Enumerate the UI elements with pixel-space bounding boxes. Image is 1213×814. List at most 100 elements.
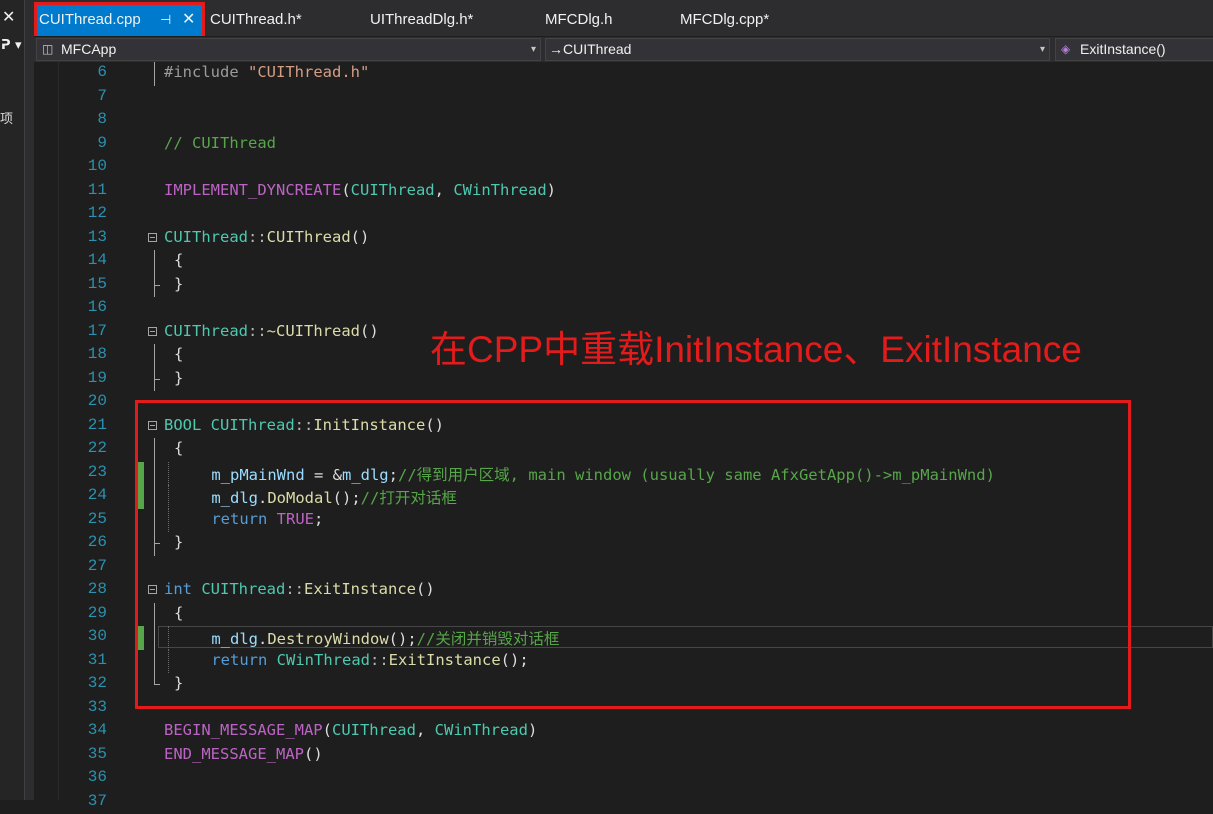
code-token: } — [174, 533, 183, 551]
code-line[interactable]: 37 — [34, 791, 1213, 814]
code-line[interactable]: 27 — [34, 556, 1213, 580]
collapse-icon[interactable] — [148, 421, 157, 430]
code-token: :: — [248, 322, 267, 340]
code-line[interactable]: 35END_MESSAGE_MAP() — [34, 744, 1213, 768]
outline-guide — [154, 462, 155, 486]
code-line[interactable]: 34BEGIN_MESSAGE_MAP(CUIThread, CWinThrea… — [34, 720, 1213, 744]
code-token — [174, 651, 211, 669]
line-number: 30 — [74, 627, 107, 645]
code-token: . — [258, 630, 267, 648]
line-number: 34 — [74, 721, 107, 739]
line-number: 24 — [74, 486, 107, 504]
code-line[interactable]: 29{ — [34, 603, 1213, 627]
code-token: CUIThread — [164, 322, 248, 340]
code-line[interactable]: 23 m_pMainWnd = &m_dlg;//得到用户区域, main wi… — [34, 462, 1213, 486]
outline-end — [154, 379, 160, 380]
code-line[interactable]: 36 — [34, 767, 1213, 791]
code-token: :: — [370, 651, 389, 669]
collapse-icon[interactable] — [148, 233, 157, 242]
tab-label: MFCDlg.h — [545, 11, 613, 28]
project-dropdown[interactable]: ◫ MFCApp ▾ — [36, 38, 541, 61]
code-line[interactable]: 28int CUIThread::ExitInstance() — [34, 579, 1213, 603]
document-tab-bar: CUIThread.cpp ⊣ ✕ CUIThread.h* UIThreadD… — [34, 0, 1213, 36]
pin-dropdown-icon[interactable]: ᕈ ▾ — [1, 38, 22, 53]
collapse-icon[interactable] — [148, 327, 157, 336]
code-line[interactable]: 13CUIThread::CUIThread() — [34, 227, 1213, 251]
code-text: CUIThread::CUIThread() — [164, 228, 369, 246]
panel-splitter[interactable] — [25, 0, 34, 800]
code-line[interactable]: 14{ — [34, 250, 1213, 274]
member-dropdown[interactable]: ◈ ExitInstance() — [1055, 38, 1213, 61]
code-token: //关闭并销毁对话框 — [417, 630, 560, 648]
code-token: m_pMainWnd — [211, 466, 304, 484]
code-line[interactable]: 20 — [34, 391, 1213, 415]
close-icon[interactable]: ✕ — [2, 7, 15, 26]
line-number: 6 — [74, 63, 107, 81]
code-line[interactable]: 8 — [34, 109, 1213, 133]
tab-cuithread-cpp[interactable]: CUIThread.cpp ⊣ ✕ — [34, 4, 205, 36]
code-token: } — [174, 275, 183, 293]
code-text: } — [174, 369, 183, 387]
tab-cuithread-h[interactable]: CUIThread.h* — [210, 8, 302, 32]
tab-label: UIThreadDlg.h* — [370, 11, 473, 28]
code-line[interactable]: 31 return CWinThread::ExitInstance(); — [34, 650, 1213, 674]
indent-guide — [168, 485, 169, 509]
code-line[interactable]: 15} — [34, 274, 1213, 298]
collapse-icon[interactable] — [148, 585, 157, 594]
code-line[interactable]: 16 — [34, 297, 1213, 321]
outline-guide — [154, 603, 155, 627]
scope-dropdown[interactable]: →CUIThread ▾ — [545, 38, 1050, 61]
code-text: } — [174, 533, 183, 551]
code-token: ) — [547, 181, 556, 199]
code-line[interactable]: 21BOOL CUIThread::InitInstance() — [34, 415, 1213, 439]
code-token: { — [174, 345, 183, 363]
tab-mfcdlg-cpp[interactable]: MFCDlg.cpp* — [680, 8, 769, 32]
code-line[interactable]: 22{ — [34, 438, 1213, 462]
outline-guide — [154, 626, 155, 650]
code-text: { — [174, 251, 183, 269]
code-token: return — [211, 651, 267, 669]
code-token: return — [211, 510, 267, 528]
tab-mfcdlg-h[interactable]: MFCDlg.h — [545, 8, 613, 32]
outline-end — [154, 543, 160, 544]
project-label: MFCApp — [61, 39, 116, 60]
code-token: ) — [528, 721, 537, 739]
code-line[interactable]: 33 — [34, 697, 1213, 721]
code-token: m_dlg — [211, 630, 258, 648]
code-line[interactable]: 26} — [34, 532, 1213, 556]
code-line[interactable]: 6#include "CUIThread.h" — [34, 62, 1213, 86]
code-line[interactable]: 10 — [34, 156, 1213, 180]
pin-icon[interactable]: ⊣ — [160, 4, 171, 36]
code-token: BEGIN_MESSAGE_MAP — [164, 721, 323, 739]
code-token: , — [416, 721, 435, 739]
code-editor[interactable]: 6#include "CUIThread.h"789// CUIThread10… — [34, 62, 1213, 800]
code-line[interactable]: 12 — [34, 203, 1213, 227]
code-line[interactable]: 11IMPLEMENT_DYNCREATE(CUIThread, CWinThr… — [34, 180, 1213, 204]
code-token: = & — [305, 466, 342, 484]
line-number: 15 — [74, 275, 107, 293]
method-icon: ◈ — [1061, 39, 1070, 60]
tab-label: MFCDlg.cpp* — [680, 11, 769, 28]
line-number: 16 — [74, 298, 107, 316]
line-number: 28 — [74, 580, 107, 598]
code-line[interactable]: 32} — [34, 673, 1213, 697]
tab-uithreaddlg-h[interactable]: UIThreadDlg.h* — [370, 8, 473, 32]
outline-guide — [154, 650, 155, 674]
code-text: CUIThread::~CUIThread() — [164, 322, 379, 340]
code-text: IMPLEMENT_DYNCREATE(CUIThread, CWinThrea… — [164, 181, 556, 199]
code-line[interactable]: 24 m_dlg.DoModal();//打开对话框 — [34, 485, 1213, 509]
line-number: 9 — [74, 134, 107, 152]
code-line[interactable]: 25 return TRUE; — [34, 509, 1213, 533]
close-icon[interactable]: ✕ — [182, 4, 195, 36]
project-icon: ◫ — [42, 39, 53, 60]
code-line[interactable]: 30 m_dlg.DestroyWindow();//关闭并销毁对话框 — [34, 626, 1213, 650]
code-token — [201, 416, 210, 434]
code-line[interactable]: 7 — [34, 86, 1213, 110]
line-number: 21 — [74, 416, 107, 434]
code-token: DoModal — [267, 489, 332, 507]
line-number: 8 — [74, 110, 107, 128]
code-token: #include — [164, 63, 248, 81]
code-line[interactable]: 9// CUIThread — [34, 133, 1213, 157]
indent-guide — [168, 650, 169, 674]
line-number: 17 — [74, 322, 107, 340]
